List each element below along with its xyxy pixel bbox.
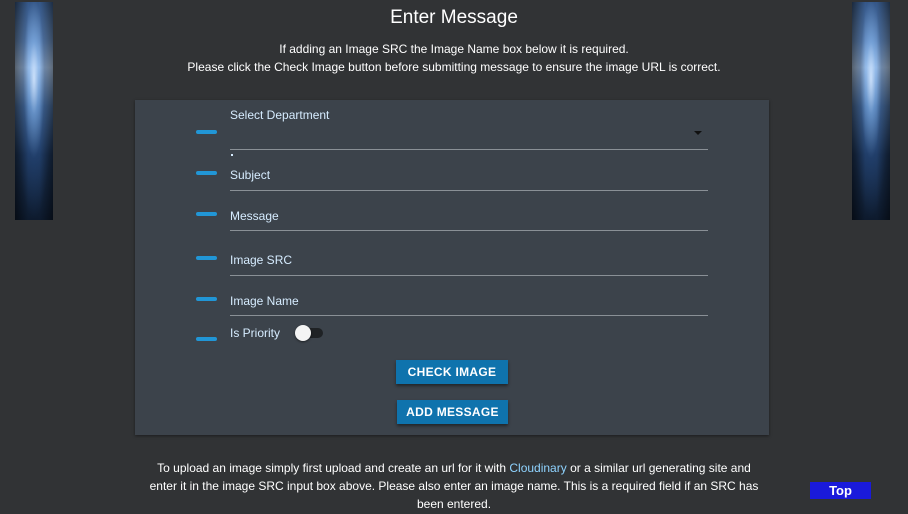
add-message-button[interactable]: ADD MESSAGE	[397, 400, 508, 424]
decorative-side-image-right	[852, 2, 890, 220]
message-field-icon	[196, 212, 217, 216]
priority-label: Is Priority	[230, 326, 281, 340]
info-line-1: If adding an Image SRC the Image Name bo…	[279, 42, 629, 56]
subject-underline	[230, 190, 708, 191]
scroll-top-button[interactable]: Top	[810, 482, 871, 499]
image-name-field-icon	[196, 297, 217, 301]
department-select[interactable]	[230, 120, 708, 148]
priority-toggle-knob	[295, 325, 311, 341]
decorative-side-image-left	[15, 2, 53, 220]
department-hint-mark	[231, 154, 233, 156]
info-line-2: Please click the Check Image button befo…	[187, 60, 721, 74]
priority-toggle[interactable]	[295, 325, 323, 341]
message-form-card: Select Department Subject Message Image …	[135, 100, 769, 435]
check-image-button[interactable]: CHECK IMAGE	[396, 360, 508, 384]
message-input[interactable]: Message	[230, 209, 279, 223]
page: Enter Message If adding an Image SRC the…	[0, 0, 908, 514]
subject-field-icon	[196, 171, 217, 175]
department-field-icon	[196, 130, 217, 134]
priority-field-icon	[196, 337, 217, 341]
chevron-down-icon[interactable]	[694, 131, 702, 135]
subject-input[interactable]: Subject	[230, 168, 270, 182]
info-text: If adding an Image SRC the Image Name bo…	[0, 40, 908, 76]
upload-instructions-start: To upload an image simply first upload a…	[157, 461, 510, 475]
upload-instructions: To upload an image simply first upload a…	[145, 459, 763, 513]
image-name-underline	[230, 315, 708, 316]
message-underline	[230, 230, 708, 231]
cloudinary-link[interactable]: Cloudinary	[509, 461, 566, 475]
department-underline	[230, 149, 708, 150]
image-src-underline	[230, 275, 708, 276]
page-title: Enter Message	[390, 7, 518, 28]
image-src-field-icon	[196, 256, 217, 260]
image-name-input[interactable]: Image Name	[230, 294, 299, 308]
image-src-input[interactable]: Image SRC	[230, 253, 292, 267]
